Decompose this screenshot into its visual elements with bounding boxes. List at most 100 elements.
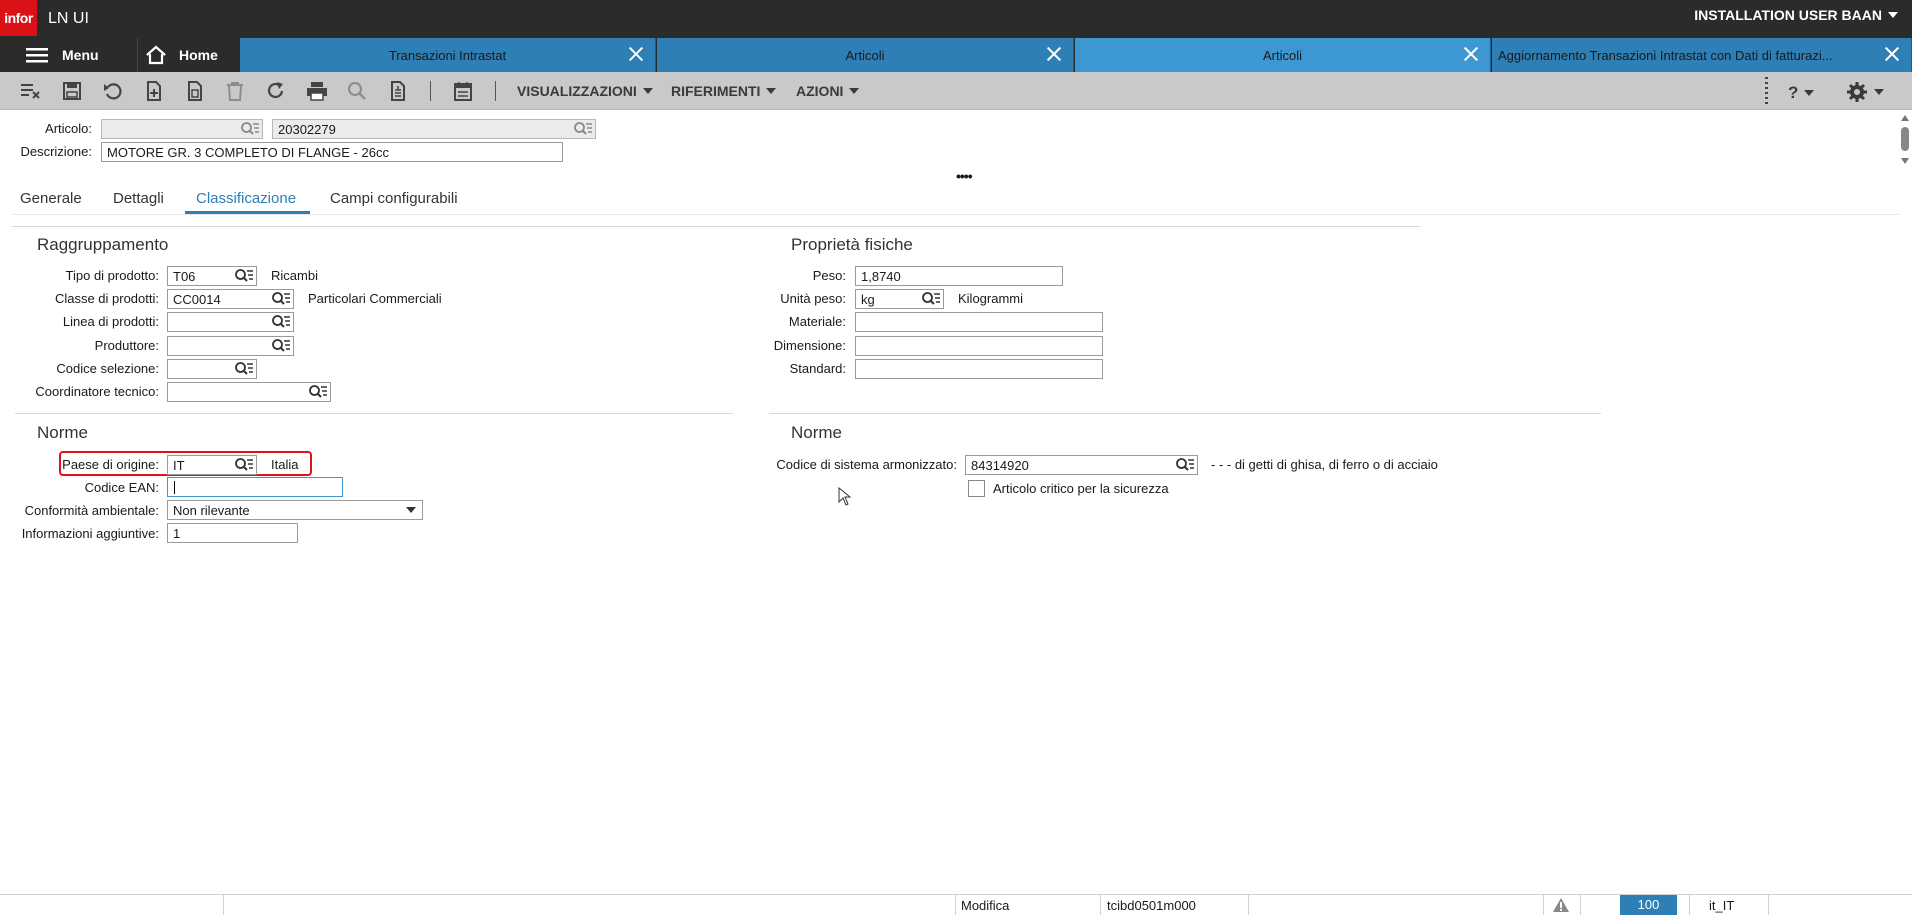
field-value: CC0014 [173,292,221,307]
field-value: 1 [173,526,181,541]
env-select[interactable]: Non rilevante [167,500,423,520]
env-label: Conformità ambientale: [24,503,159,518]
field-value: 20302279 [278,122,336,137]
tab-label: Aggiornamento Transazioni Intrastat con … [1498,47,1833,63]
ean-field[interactable] [167,477,343,497]
dropdown-arrow-icon[interactable] [406,507,416,513]
info-field[interactable]: 1 [167,523,298,543]
hs-description: - - - di getti di ghisa, di ferro o di a… [1211,457,1438,472]
close-icon[interactable] [627,45,645,63]
find-icon[interactable] [346,81,368,101]
description-field[interactable]: MOTORE GR. 3 COMPLETO DI FLANGE - 26cc [101,142,563,162]
close-icon[interactable] [1462,45,1480,63]
lookup-icon[interactable] [234,268,254,284]
subtab-generale[interactable]: Generale [20,190,82,207]
subtab-dettagli[interactable]: Dettagli [113,190,164,207]
lookup-icon[interactable] [271,291,291,307]
weight-unit-field[interactable]: kg [855,289,944,309]
status-locale: it_IT [1709,898,1735,913]
subtab-campi-configurabili[interactable]: Campi configurabili [330,190,458,207]
tab-label: Transazioni Intrastat [388,47,507,63]
origin-label: Paese di origine: [62,457,159,472]
scroll-thumb[interactable] [1901,127,1909,151]
norms-left-divider [15,413,733,414]
visualizzazioni-menu[interactable]: VISUALIZZAZIONI [517,83,653,99]
field-value: Non rilevante [173,503,250,518]
material-label: Materiale: [788,314,846,329]
status-separator [955,895,956,915]
lookup-icon[interactable] [308,384,328,400]
riferimenti-menu[interactable]: RIFERIMENTI [671,83,777,99]
safety-checkbox[interactable] [968,480,985,497]
text-cursor [174,481,175,494]
new-icon[interactable] [143,81,165,101]
collapse-handle[interactable]: •••• [956,168,973,184]
dimension-label: Dimensione: [773,338,846,353]
new-group-icon[interactable] [19,81,41,101]
item-code-field[interactable]: 20302279 [272,119,596,139]
status-mode: Modifica [961,898,1010,913]
tab-transazioni-intrastat[interactable]: Transazioni Intrastat [240,38,656,72]
tech-coordinator-field[interactable] [167,382,331,402]
material-field[interactable] [855,312,1103,332]
field-value: 1,8740 [861,269,901,284]
refresh-icon[interactable] [265,81,287,101]
info-label: Informazioni aggiuntive: [21,526,159,541]
menu-label: VISUALIZZAZIONI [517,83,637,99]
vertical-scrollbar[interactable] [1898,113,1912,173]
lookup-icon[interactable] [234,361,254,377]
physical-title: Proprietà fisiche [791,235,913,254]
scroll-up-icon[interactable] [1901,115,1909,121]
delete-icon[interactable] [224,81,246,101]
text-icon[interactable] [387,81,409,101]
description-label: Descrizione: [20,144,92,159]
tab-articoli-active[interactable]: Articoli [1075,38,1491,72]
azioni-menu[interactable]: AZIONI [796,83,860,99]
calendar-icon[interactable] [452,81,474,101]
toolbar-grip [1765,77,1768,105]
hs-field[interactable]: 84314920 [965,455,1198,475]
manufacturer-field[interactable] [167,336,294,356]
lookup-icon[interactable] [271,314,291,330]
tab-aggiornamento[interactable]: Aggiornamento Transazioni Intrastat con … [1492,38,1912,72]
save-icon[interactable] [61,81,83,101]
dimension-field[interactable] [855,336,1103,356]
hs-label: Codice di sistema armonizzato: [776,457,957,472]
home-button[interactable]: Home [137,38,240,72]
lookup-icon[interactable] [921,291,941,307]
weight-field[interactable]: 1,8740 [855,266,1063,286]
warning-icon[interactable] [1552,897,1570,913]
lookup-icon[interactable] [271,338,291,354]
help-menu[interactable]: ? [1788,83,1815,103]
status-separator [1689,895,1690,915]
undo-icon[interactable] [102,81,124,101]
product-type-field[interactable]: T06 [167,266,257,286]
print-icon[interactable] [305,81,329,101]
close-icon[interactable] [1045,45,1063,63]
caret-down-icon [766,88,777,94]
user-menu[interactable]: INSTALLATION USER BAAN [1694,7,1898,23]
company-badge[interactable]: 100 [1620,895,1677,915]
selection-code-field[interactable] [167,359,257,379]
field-value: T06 [173,269,196,284]
close-icon[interactable] [1883,45,1901,63]
home-label: Home [179,47,218,63]
lookup-icon[interactable] [234,457,254,473]
scroll-down-icon[interactable] [1901,158,1909,164]
menu-button[interactable]: Menu [0,38,137,72]
lookup-icon[interactable] [573,121,593,137]
duplicate-icon[interactable] [184,81,206,101]
lookup-icon[interactable] [240,121,260,137]
origin-field[interactable]: IT [167,455,257,475]
settings-menu[interactable] [1846,81,1884,103]
subtab-classificazione[interactable]: Classificazione [196,190,296,207]
item-segment-field[interactable] [101,119,263,139]
status-separator [1100,895,1101,915]
safety-label: Articolo critico per la sicurezza [993,481,1169,496]
manufacturer-label: Produttore: [94,338,159,353]
product-class-field[interactable]: CC0014 [167,289,294,309]
tab-articoli-1[interactable]: Articoli [657,38,1074,72]
product-line-field[interactable] [167,312,294,332]
standard-field[interactable] [855,359,1103,379]
lookup-icon[interactable] [1175,457,1195,473]
